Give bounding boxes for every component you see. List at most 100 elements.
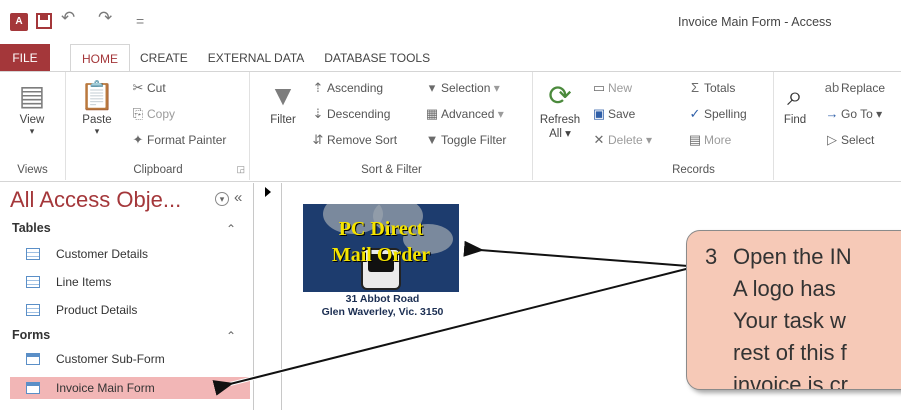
spelling-button[interactable]: ✓ Spelling — [686, 106, 747, 122]
spelling-label: Spelling — [704, 107, 747, 121]
nav-item-line-items[interactable]: Line Items — [10, 271, 250, 293]
toggle-filter-icon: ▼ — [425, 132, 439, 147]
new-label: New — [608, 81, 633, 95]
collapse-forms-icon[interactable]: ⌃ — [226, 329, 236, 343]
group-views: ▤ View ▾ Views — [0, 72, 66, 180]
group-records: ⟳ Refresh All ▾ ▭ New ▣ Save ✕ Delete ▾ Σ To… — [534, 72, 774, 180]
nav-item-invoice-main-form[interactable]: Invoice Main Form — [10, 377, 250, 399]
nav-item-customer-details[interactable]: Customer Details — [10, 243, 250, 265]
ascending-button[interactable]: ⇡ Ascending — [309, 80, 384, 96]
nav-item-label: Customer Sub-Form — [56, 352, 165, 366]
access-app-icon[interactable]: A — [10, 13, 28, 31]
replace-label: Replace — [841, 81, 886, 95]
section-forms[interactable]: Forms — [12, 328, 50, 342]
refresh-all-button[interactable]: ⟳ Refresh All ▾ — [538, 78, 582, 140]
qat-customize-icon[interactable]: = — [136, 13, 144, 29]
goto-label: Go To — [841, 107, 873, 121]
save-record-button[interactable]: ▣ Save — [590, 106, 636, 122]
delete-record-button[interactable]: ✕ Delete ▾ — [590, 132, 653, 148]
view-button[interactable]: ▤ View ▾ — [8, 78, 56, 137]
format-painter-button[interactable]: ✦ Format Painter — [129, 132, 227, 148]
section-tables[interactable]: Tables — [12, 221, 51, 235]
tab-file[interactable]: FILE — [0, 44, 50, 72]
callout-line-4: rest of this f — [733, 340, 847, 365]
copy-button[interactable]: ⎘ Copy — [129, 106, 175, 122]
remove-sort-icon: ⇵ — [312, 132, 324, 147]
remove-sort-button[interactable]: ⇵ Remove Sort — [309, 132, 397, 148]
sigma-icon: Σ — [690, 80, 700, 95]
totals-label: Totals — [704, 81, 736, 95]
toggle-filter-label: Toggle Filter — [441, 133, 507, 147]
table-icon — [26, 304, 40, 316]
form-icon — [26, 382, 40, 394]
selection-button[interactable]: ▾ Selection ▾ — [423, 80, 500, 96]
filter-button[interactable]: ▼ Filter — [263, 78, 303, 126]
nav-item-product-details[interactable]: Product Details — [10, 299, 250, 321]
tab-create[interactable]: CREATE — [130, 44, 198, 72]
new-record-button[interactable]: ▭ New — [590, 80, 632, 96]
group-label-records: Records — [672, 164, 715, 176]
new-record-icon: ▭ — [592, 80, 606, 95]
more-icon: ▤ — [688, 132, 702, 147]
address-line-2: Glen Waverley, Vic. 3150 — [321, 306, 444, 318]
nav-pane-header[interactable]: All Access Obje... — [10, 187, 181, 213]
redo-icon[interactable]: ↷ — [98, 8, 112, 28]
totals-button[interactable]: Σ Totals — [686, 80, 735, 95]
advanced-button[interactable]: ▦ Advanced ▾ — [423, 106, 504, 122]
callout-line-1-text: Open the IN — [733, 244, 852, 269]
select-label: Select — [841, 133, 875, 147]
undo-icon[interactable]: ↶ — [61, 8, 75, 28]
select-button[interactable]: ▷ Select — [823, 132, 874, 148]
selection-label: Selection — [441, 81, 491, 95]
record-selector-arrow-icon[interactable] — [265, 187, 271, 197]
paste-button[interactable]: 📋 Paste ▾ — [73, 78, 121, 137]
record-selector-bar[interactable] — [256, 183, 282, 410]
form-icon — [26, 353, 40, 365]
collapse-tables-icon[interactable]: ⌃ — [226, 222, 236, 236]
brush-icon: ✦ — [132, 132, 144, 147]
ribbon: ▤ View ▾ Views 📋 Paste ▾ ✂ Cut ⎘ Copy ✦ For… — [0, 72, 901, 182]
company-logo[interactable]: PC Direct Mail Order — [303, 204, 459, 292]
window-title: Invoice Main Form - Access — [678, 15, 832, 29]
toggle-filter-button[interactable]: ▼ Toggle Filter — [423, 132, 507, 147]
group-label-clipboard: Clipboard — [133, 164, 183, 176]
goto-button[interactable]: → Go To ▾ — [823, 106, 883, 121]
collapse-pane-icon[interactable]: « — [234, 189, 242, 206]
descending-button[interactable]: ⇣ Descending — [309, 106, 391, 122]
refresh-label: Refresh — [539, 114, 581, 126]
nav-item-label: Line Items — [56, 275, 112, 289]
refresh-icon: ⟳ — [548, 80, 572, 111]
save-label: Save — [608, 107, 636, 121]
refresh-sub-label: All — [549, 128, 562, 140]
tab-home[interactable]: HOME — [70, 44, 130, 72]
find-button[interactable]: ⌕ Find — [775, 78, 815, 126]
tab-database-tools[interactable]: DATABASE TOOLS — [314, 44, 440, 72]
sort-descending-icon: ⇣ — [312, 106, 324, 121]
logo-line-2: Mail Order — [331, 244, 431, 266]
spelling-check-icon: ✓ — [689, 106, 701, 121]
clipboard-dialog-launcher-icon[interactable]: ◲ — [236, 164, 245, 175]
tab-external-data[interactable]: EXTERNAL DATA — [198, 44, 314, 72]
paste-icon: 📋 — [79, 80, 115, 111]
select-cursor-icon: ▷ — [827, 132, 837, 147]
table-icon — [26, 248, 40, 260]
nav-menu-dropdown-icon[interactable]: ▾ — [215, 192, 229, 206]
callout-line-5: invoice is cr — [733, 372, 848, 390]
binoculars-icon: ⌕ — [787, 80, 803, 111]
callout-line-2: A logo has — [733, 276, 836, 301]
descending-label: Descending — [327, 107, 391, 121]
nav-item-label: Customer Details — [56, 247, 149, 261]
save-record-icon: ▣ — [592, 106, 606, 121]
navigation-pane: All Access Obje... ▾ « Tables ⌃ Customer… — [0, 183, 254, 410]
table-icon — [26, 276, 40, 288]
replace-button[interactable]: ab Replace — [823, 80, 885, 95]
save-icon[interactable] — [36, 13, 52, 29]
group-find: ⌕ Find ab Replace → Go To ▾ ▷ Select — [775, 72, 901, 180]
remove-sort-label: Remove Sort — [327, 133, 398, 147]
cut-label: Cut — [147, 81, 166, 95]
more-button[interactable]: ▤ More — [686, 132, 732, 148]
nav-item-customer-sub-form[interactable]: Customer Sub-Form — [10, 348, 250, 370]
copy-icon: ⎘ — [132, 106, 144, 121]
title-bar: A ↶ ↷ = Invoice Main Form - Access — [0, 0, 901, 44]
cut-button[interactable]: ✂ Cut — [129, 80, 166, 96]
